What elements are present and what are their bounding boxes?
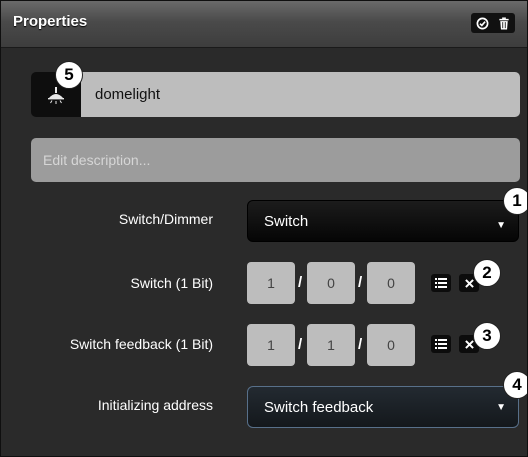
callout-badge-2: 2 (473, 259, 501, 287)
check-circle-icon (476, 17, 488, 29)
switch-address-sub[interactable]: 0 (367, 262, 415, 304)
list-icon (435, 339, 447, 349)
close-icon (464, 339, 474, 349)
switch-address-list-button[interactable] (431, 274, 451, 292)
switch-address-main[interactable]: 1 (247, 262, 295, 304)
address-separator: / (358, 336, 363, 353)
panel-title: Properties (13, 13, 88, 30)
address-separator: / (358, 274, 363, 291)
initializing-address-label: Initializing address (97, 397, 213, 413)
feedback-address-list-button[interactable] (431, 335, 451, 353)
description-input[interactable]: Edit description... (31, 138, 520, 182)
address-separator: / (298, 336, 303, 353)
callout-badge-4: 4 (503, 371, 527, 399)
switch-dimmer-value: Switch (264, 213, 309, 230)
initializing-address-value: Switch feedback (264, 399, 374, 416)
address-separator: / (298, 274, 303, 291)
switch-dimmer-label: Switch/Dimmer (118, 211, 213, 227)
object-name-row: domelight (31, 72, 520, 117)
callout-badge-3: 3 (473, 322, 501, 350)
switch-1bit-label: Switch (1 Bit) (130, 275, 213, 291)
switch-address-middle[interactable]: 0 (307, 262, 355, 304)
switch-dimmer-select[interactable]: Switch ▼ (247, 200, 519, 242)
delete-button[interactable] (495, 14, 513, 32)
header-button-group (471, 13, 515, 33)
initializing-address-select[interactable]: Switch feedback ▼ (247, 386, 519, 428)
callout-badge-1: 1 (503, 187, 527, 215)
trash-icon (499, 16, 509, 30)
properties-panel: Properties domelight Edit description...… (0, 0, 528, 457)
caret-down-icon: ▼ (496, 220, 506, 231)
feedback-address-sub[interactable]: 0 (367, 324, 415, 366)
object-name-input[interactable]: domelight (81, 72, 520, 117)
panel-header: Properties (1, 1, 527, 48)
caret-down-icon: ▼ (496, 402, 506, 413)
switch-feedback-label: Switch feedback (1 Bit) (69, 336, 213, 352)
list-icon (435, 278, 447, 288)
confirm-button[interactable] (473, 14, 491, 32)
callout-badge-5: 5 (55, 61, 83, 89)
close-icon (464, 278, 474, 288)
feedback-address-main[interactable]: 1 (247, 324, 295, 366)
feedback-address-middle[interactable]: 1 (307, 324, 355, 366)
